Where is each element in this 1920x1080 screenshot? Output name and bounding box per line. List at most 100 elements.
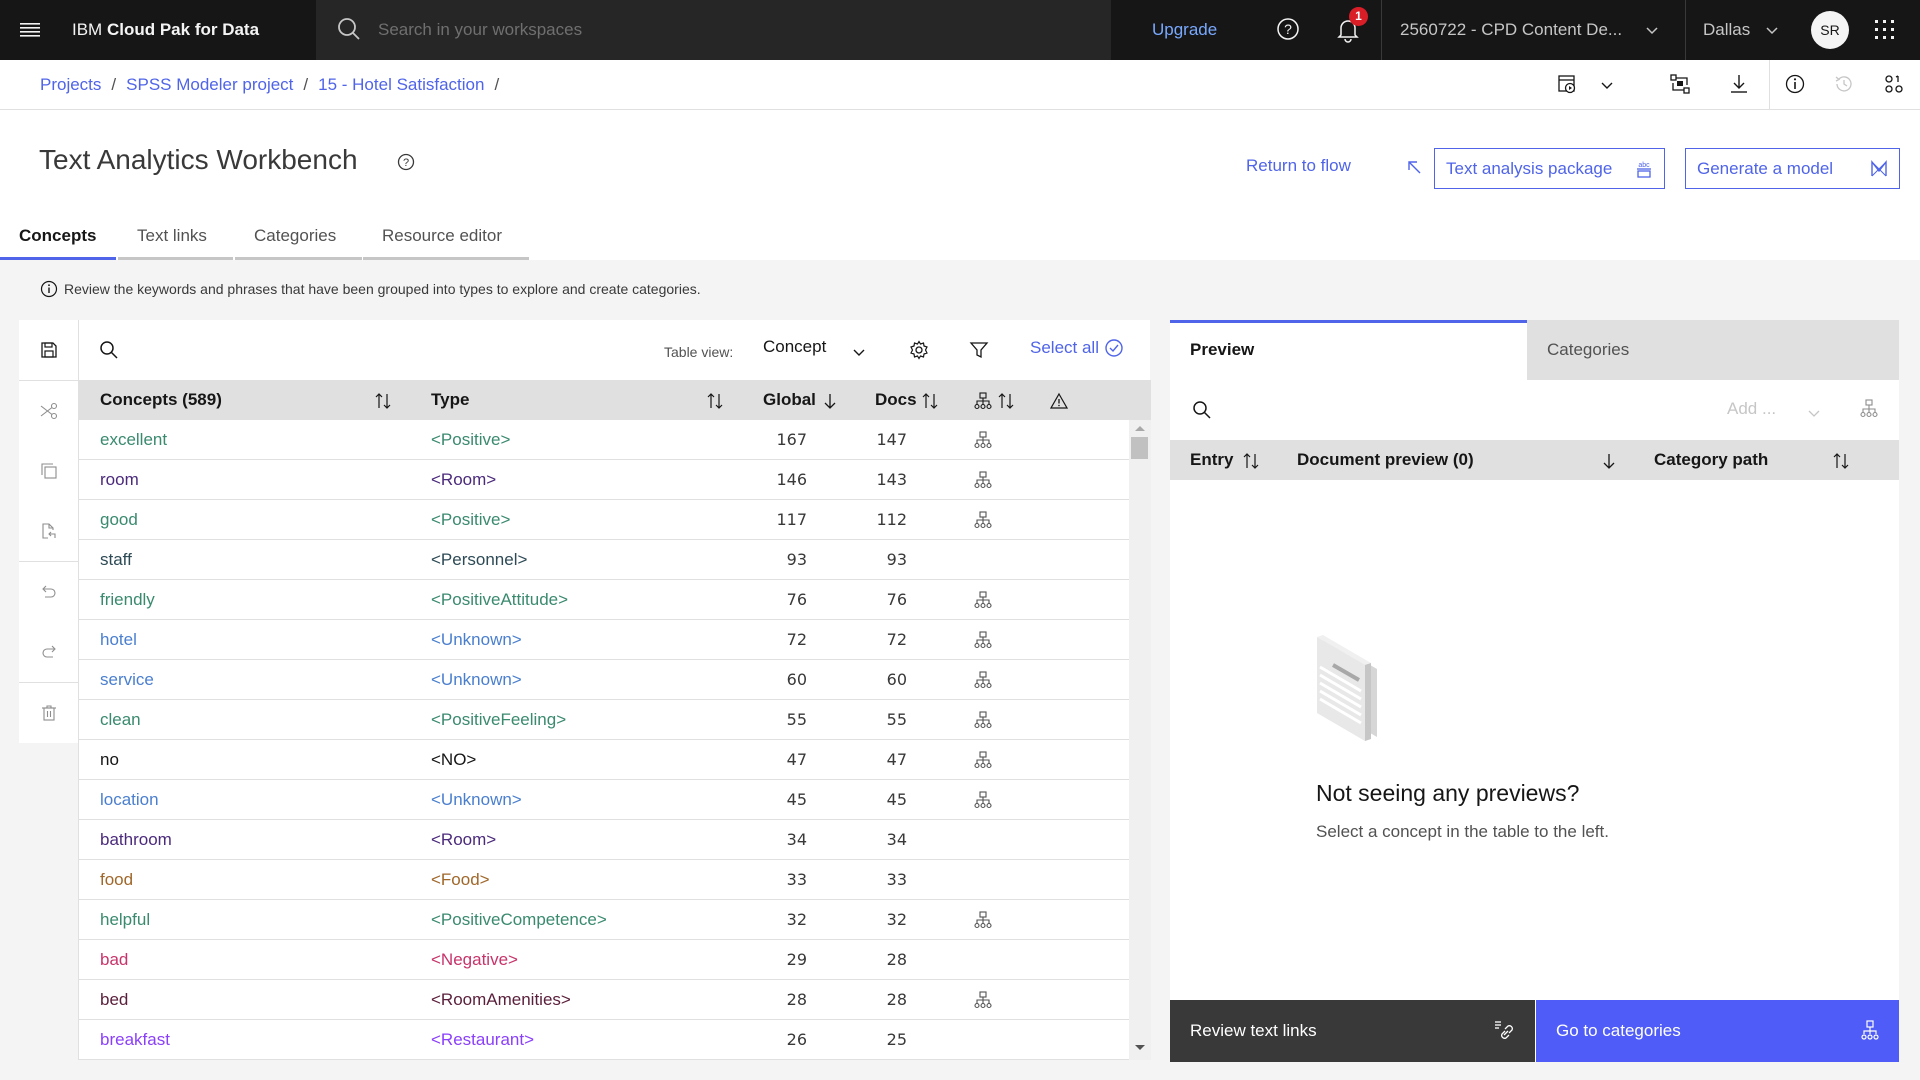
help-button[interactable]: ? <box>1275 16 1301 42</box>
concept-cell[interactable]: room <box>100 460 139 499</box>
concept-cell[interactable]: location <box>100 780 159 819</box>
warning-icon[interactable] <box>1050 392 1068 410</box>
table-search-button[interactable] <box>99 340 119 360</box>
scroll-up-arrow[interactable] <box>1135 426 1145 431</box>
tab-text-links[interactable]: Text links <box>118 218 233 260</box>
text-analysis-package-button[interactable]: Text analysis package abc <box>1434 148 1665 189</box>
sort-icon[interactable] <box>1242 452 1260 470</box>
run-options-dropdown[interactable] <box>1599 77 1615 93</box>
cut-button[interactable] <box>19 381 78 441</box>
concept-cell[interactable]: helpful <box>100 900 150 939</box>
column-header-type[interactable]: Type <box>431 380 469 420</box>
concept-cell[interactable]: food <box>100 860 133 899</box>
table-scrollbar[interactable] <box>1129 420 1151 1060</box>
sort-icon[interactable] <box>374 392 392 410</box>
table-row[interactable]: location <Unknown> 45 45 <box>79 780 1129 820</box>
column-header-global[interactable]: Global <box>763 380 816 420</box>
upgrade-link[interactable]: Upgrade <box>1152 0 1217 60</box>
table-row[interactable]: no <NO> 47 47 <box>79 740 1129 780</box>
table-row[interactable]: food <Food> 33 33 <box>79 860 1129 900</box>
concept-cell[interactable]: staff <box>100 540 132 579</box>
tab-resource-editor[interactable]: Resource editor <box>363 218 529 260</box>
column-header-category-path[interactable]: Category path <box>1654 440 1768 480</box>
table-row[interactable]: friendly <PositiveAttitude> 76 76 <box>79 580 1129 620</box>
scrollbar-thumb[interactable] <box>1131 437 1148 459</box>
concept-cell[interactable]: friendly <box>100 580 155 619</box>
tab-categories[interactable]: Categories <box>235 218 362 260</box>
column-header-document-preview[interactable]: Document preview (0) <box>1297 440 1474 480</box>
tab-preview-categories[interactable]: Categories <box>1527 320 1899 380</box>
undo-button[interactable] <box>19 562 78 622</box>
sort-descending-icon[interactable] <box>821 392 839 410</box>
table-row[interactable]: staff <Personnel> 93 93 <box>79 540 1129 580</box>
return-to-flow-icon-button[interactable] <box>1405 158 1423 176</box>
save-button[interactable] <box>19 320 78 380</box>
category-tree-button[interactable] <box>1860 399 1878 419</box>
chevron-down-icon[interactable] <box>1807 406 1821 420</box>
concept-cell[interactable]: bed <box>100 980 128 1019</box>
tab-concepts[interactable]: Concepts <box>0 218 116 260</box>
review-text-links-button[interactable]: Review text links <box>1170 1000 1535 1062</box>
app-switcher-button[interactable] <box>1873 18 1897 42</box>
preview-search-button[interactable] <box>1192 400 1212 420</box>
region-switcher[interactable]: Dallas <box>1685 0 1803 60</box>
breadcrumb-flow[interactable]: 15 - Hotel Satisfaction <box>318 75 484 94</box>
table-row[interactable]: bed <RoomAmenities> 28 28 <box>79 980 1129 1020</box>
sort-icon[interactable] <box>1832 452 1850 470</box>
run-flow-button[interactable] <box>1556 73 1578 95</box>
chevron-down-icon[interactable] <box>851 344 867 360</box>
table-row[interactable]: hotel <Unknown> 72 72 <box>79 620 1129 660</box>
column-header-concepts[interactable]: Concepts (589) <box>100 380 222 420</box>
title-help-button[interactable]: ? <box>397 153 415 171</box>
concept-cell[interactable]: good <box>100 500 138 539</box>
add-to-category-dropdown[interactable]: Add ... <box>1727 399 1776 419</box>
copy-button[interactable] <box>19 441 78 501</box>
select-all-button[interactable]: Select all <box>1030 338 1124 358</box>
download-button[interactable] <box>1728 73 1750 95</box>
scroll-down-arrow[interactable] <box>1135 1045 1145 1050</box>
redo-button[interactable] <box>19 622 78 682</box>
concept-cell[interactable]: bad <box>100 940 128 979</box>
go-to-categories-button[interactable]: Go to categories <box>1536 1000 1899 1062</box>
concept-cell[interactable]: service <box>100 660 154 699</box>
concept-cell[interactable]: excellent <box>100 420 167 459</box>
table-settings-button[interactable] <box>909 340 929 360</box>
table-row[interactable]: bad <Negative> 29 28 <box>79 940 1129 980</box>
delete-button[interactable] <box>19 683 78 743</box>
version-history-button[interactable] <box>1833 73 1855 95</box>
table-row[interactable]: breakfast <Restaurant> 26 25 <box>79 1020 1129 1060</box>
menu-button[interactable] <box>14 14 46 46</box>
flow-data-button[interactable] <box>1669 73 1691 95</box>
filter-button[interactable] <box>969 340 989 360</box>
concept-cell[interactable]: no <box>100 740 119 779</box>
table-row[interactable]: bathroom <Room> 34 34 <box>79 820 1129 860</box>
search-input[interactable] <box>378 0 1078 60</box>
table-row[interactable]: clean <PositiveFeeling> 55 55 <box>79 700 1129 740</box>
table-row[interactable]: excellent <Positive> 167 147 <box>79 420 1129 460</box>
breadcrumb-projects[interactable]: Projects <box>40 75 101 94</box>
table-view-dropdown[interactable]: Concept <box>763 337 826 357</box>
concept-cell[interactable]: bathroom <box>100 820 172 859</box>
settings-menu-button[interactable] <box>1883 73 1905 95</box>
info-button[interactable] <box>1784 73 1806 95</box>
concept-cell[interactable]: clean <box>100 700 141 739</box>
sort-descending-icon[interactable] <box>1600 452 1618 470</box>
table-row[interactable]: good <Positive> 117 112 <box>79 500 1129 540</box>
sort-icon[interactable] <box>706 392 724 410</box>
table-row[interactable]: service <Unknown> 60 60 <box>79 660 1129 700</box>
product-name[interactable]: IBM Cloud Pak for Data <box>72 0 259 60</box>
paste-button[interactable] <box>19 501 78 561</box>
user-avatar[interactable]: SR <box>1811 11 1849 49</box>
sort-icon[interactable] <box>997 392 1015 410</box>
breadcrumb-project[interactable]: SPSS Modeler project <box>126 75 293 94</box>
column-header-docs[interactable]: Docs <box>875 380 917 420</box>
return-to-flow-link[interactable]: Return to flow <box>1246 156 1351 176</box>
account-switcher[interactable]: 2560722 - CPD Content De... <box>1381 0 1685 60</box>
table-row[interactable]: helpful <PositiveCompetence> 32 32 <box>79 900 1129 940</box>
concept-cell[interactable]: breakfast <box>100 1020 170 1059</box>
column-header-entry[interactable]: Entry <box>1190 440 1233 480</box>
global-search[interactable] <box>316 0 1111 60</box>
table-row[interactable]: room <Room> 146 143 <box>79 460 1129 500</box>
sort-icon[interactable] <box>921 392 939 410</box>
concept-cell[interactable]: hotel <box>100 620 137 659</box>
